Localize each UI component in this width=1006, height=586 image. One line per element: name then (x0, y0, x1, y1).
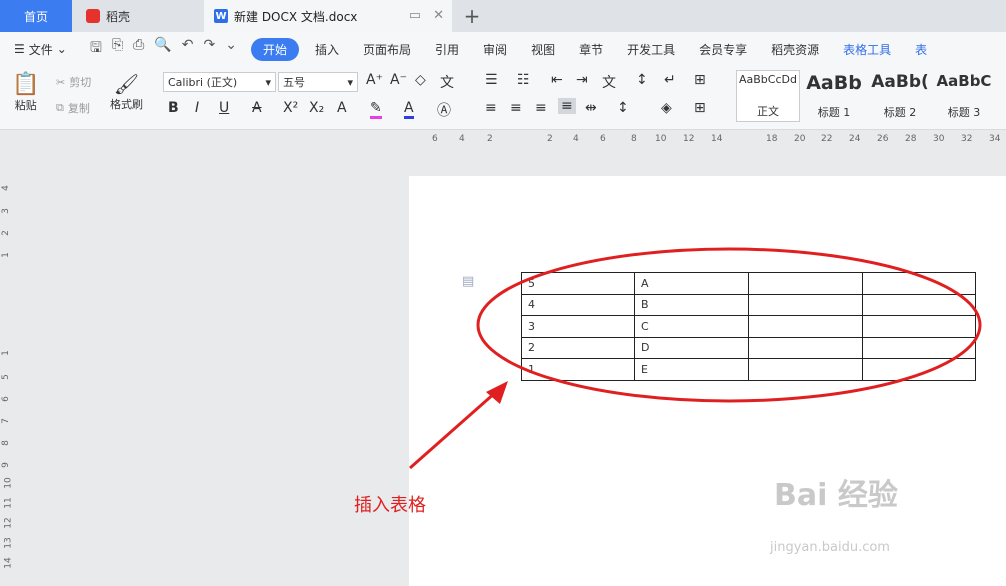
baidu-watermark-url: jingyan.baidu.com (770, 540, 890, 555)
annotation-arrowhead (486, 381, 508, 404)
baidu-watermark: Bai 经验 (774, 478, 898, 513)
annotation-arrow-line (409, 390, 497, 470)
annotation-text: 插入表格 (354, 495, 426, 516)
annotation-ellipse (476, 247, 982, 403)
